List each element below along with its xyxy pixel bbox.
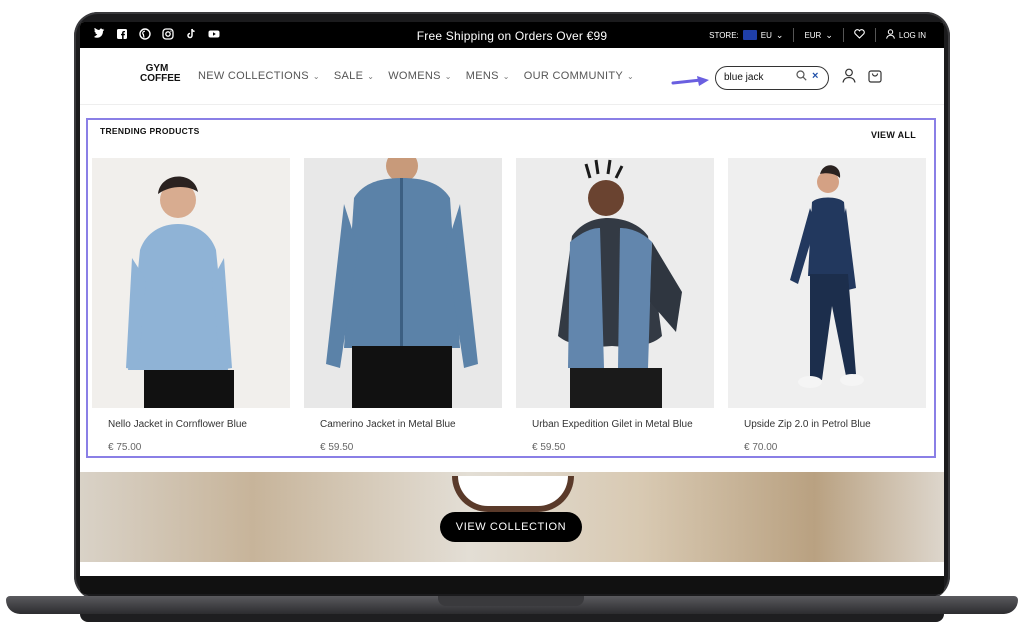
nav-label: MENS — [465, 70, 499, 82]
product-name[interactable]: Upside Zip 2.0 in Petrol Blue — [744, 419, 871, 430]
region-value: EU — [760, 30, 772, 40]
login-label: LOG IN — [898, 30, 926, 40]
product-image[interactable] — [728, 158, 926, 408]
chevron-down-icon: ⌄ — [775, 29, 784, 40]
product-price: € 59.50 — [532, 442, 566, 453]
chevron-down-icon: ⌄ — [312, 71, 320, 81]
hero-banner: VIEW COLLECTION — [80, 472, 944, 562]
product-name[interactable]: Urban Expedition Gilet in Metal Blue — [532, 419, 693, 430]
eu-flag-icon — [742, 30, 757, 40]
currency-selector[interactable]: EUR ⌄ — [793, 28, 842, 42]
view-collection-button[interactable]: VIEW COLLECTION — [440, 512, 582, 542]
gym-coffee-logo[interactable]: GYM COFFEE — [140, 64, 181, 84]
product-image[interactable] — [516, 158, 714, 408]
trending-title: TRENDING PRODUCTS — [100, 126, 200, 136]
arrow-pointer-icon — [671, 76, 709, 86]
account-icon[interactable] — [842, 68, 856, 88]
nav-mens[interactable]: MENS ⌄ — [466, 70, 510, 82]
chevron-down-icon: ⌄ — [502, 71, 510, 81]
heart-icon — [854, 29, 865, 41]
main-navigation: NEW COLLECTIONS ⌄ SALE ⌄ WOMENS ⌄ MENS ⌄ OUR… — [198, 70, 634, 82]
gilet-right-shape — [618, 228, 652, 368]
clear-search-icon[interactable]: × — [812, 70, 818, 82]
chevron-down-icon: ⌄ — [444, 71, 452, 81]
product-card[interactable]: Upside Zip 2.0 in Petrol Blue € 70.00 — [728, 158, 926, 453]
product-price: € 59.50 — [320, 442, 354, 453]
view-all-link[interactable]: VIEW ALL — [871, 130, 916, 140]
hero-image-smile — [452, 476, 574, 512]
nav-new-collections[interactable]: NEW COLLECTIONS ⌄ — [198, 70, 320, 82]
nav-label: SALE — [333, 70, 364, 82]
page-footer-strip — [80, 576, 944, 594]
nav-sale[interactable]: SALE ⌄ — [334, 70, 374, 82]
browser-screen: Free Shipping on Orders Over €99 STORE: … — [80, 22, 944, 594]
product-image[interactable] — [92, 158, 290, 408]
search-input[interactable] — [724, 70, 786, 84]
store-controls: STORE: EU ⌄ EUR ⌄ LOG IN — [699, 28, 936, 42]
product-price: € 70.00 — [744, 442, 778, 453]
nav-our-community[interactable]: OUR COMMUNITY ⌄ — [524, 70, 634, 82]
product-price: € 75.00 — [108, 442, 142, 453]
login-link[interactable]: LOG IN — [874, 28, 936, 42]
logo-line-2: COFFEE — [140, 73, 181, 84]
search-icon[interactable] — [796, 70, 807, 84]
product-image[interactable] — [304, 158, 502, 408]
product-name[interactable]: Camerino Jacket in Metal Blue — [320, 419, 456, 430]
laptop-notch — [438, 596, 584, 606]
laptop-foot — [80, 614, 944, 622]
chevron-down-icon: ⌄ — [825, 29, 833, 40]
announcement-bar: Free Shipping on Orders Over €99 STORE: … — [80, 22, 944, 48]
product-card[interactable]: Camerino Jacket in Metal Blue € 59.50 — [304, 158, 502, 453]
store-selector[interactable]: STORE: EU ⌄ — [699, 28, 793, 42]
chevron-down-icon: ⌄ — [367, 71, 375, 81]
nav-label: NEW COLLECTIONS — [198, 70, 309, 82]
product-card[interactable]: Nello Jacket in Cornflower Blue € 75.00 — [92, 158, 290, 453]
product-card[interactable]: Urban Expedition Gilet in Metal Blue € 5… — [516, 158, 714, 453]
chevron-down-icon: ⌄ — [627, 71, 635, 81]
nav-label: WOMENS — [388, 70, 441, 82]
wishlist-button[interactable] — [842, 28, 875, 42]
user-icon — [885, 29, 895, 41]
currency-value: EUR — [804, 30, 822, 40]
gilet-left-shape — [568, 228, 604, 368]
search-box: × — [715, 66, 829, 90]
product-name[interactable]: Nello Jacket in Cornflower Blue — [108, 419, 247, 430]
nav-womens[interactable]: WOMENS ⌄ — [388, 70, 452, 82]
cart-icon[interactable] — [868, 68, 882, 88]
trending-products-panel: TRENDING PRODUCTS VIEW ALL Nello Jacket … — [86, 118, 936, 458]
nav-label: OUR COMMUNITY — [523, 70, 624, 82]
store-label: STORE: — [709, 30, 739, 40]
site-header: GYM COFFEE NEW COLLECTIONS ⌄ SALE ⌄ WOMENS… — [80, 48, 944, 105]
